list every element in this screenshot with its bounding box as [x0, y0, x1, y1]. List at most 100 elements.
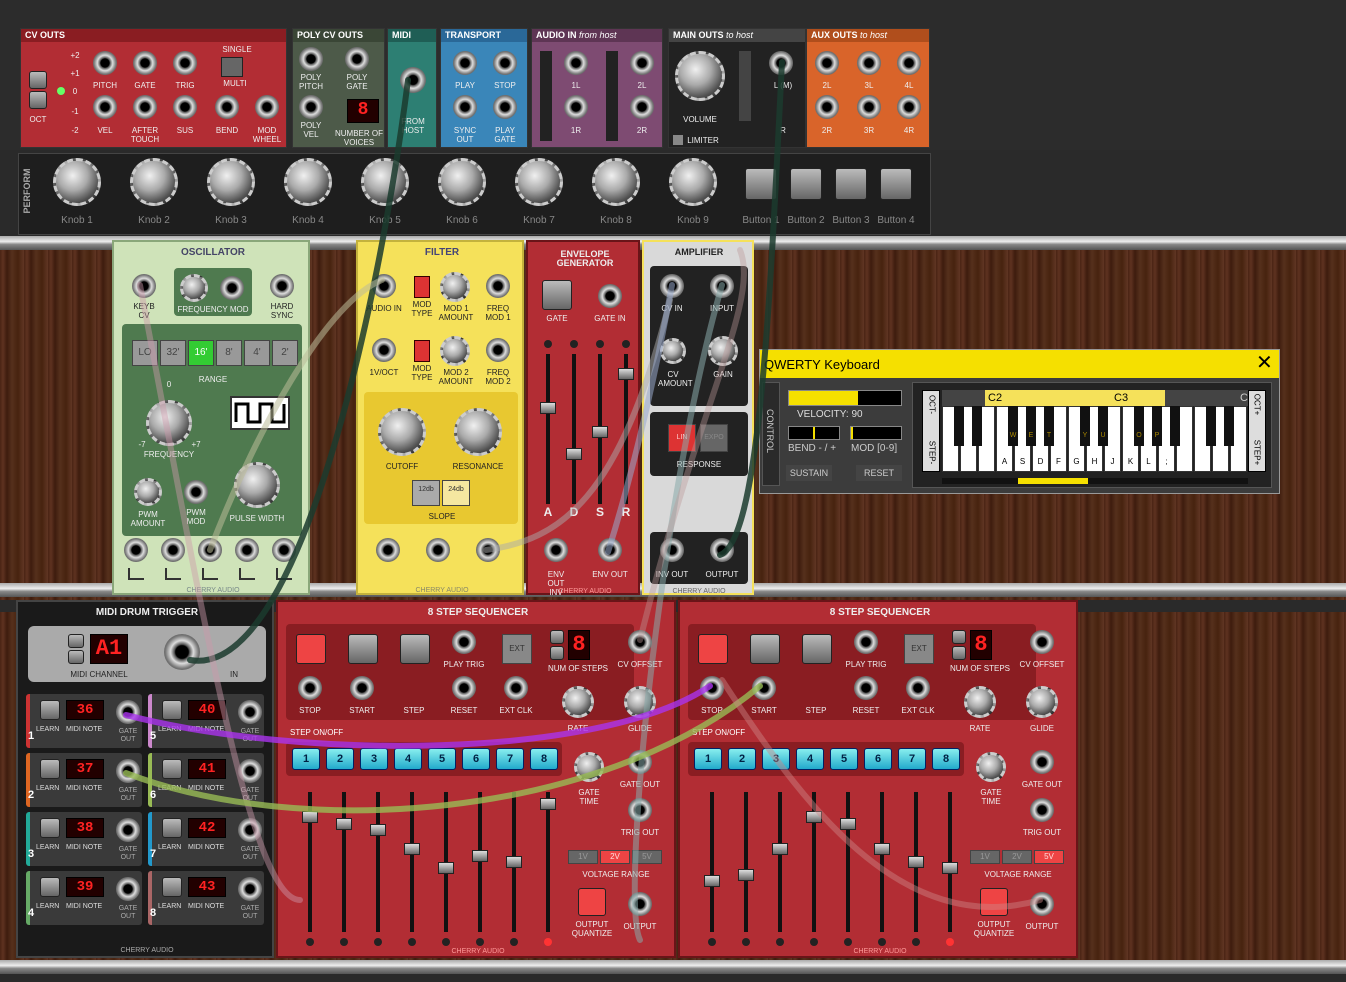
step-cv-slider[interactable]	[840, 792, 856, 932]
seq-trig-out-jack[interactable]	[628, 798, 652, 822]
step-cv-slider-cap[interactable]	[806, 811, 822, 823]
drum-gate-out-jack[interactable]	[238, 877, 262, 901]
seq-rate-knob[interactable]	[562, 686, 594, 718]
hard-sync-jack[interactable]	[270, 274, 294, 298]
step-cv-slider[interactable]	[942, 792, 958, 932]
step-cv-slider[interactable]	[540, 792, 556, 932]
voltage-range-button[interactable]: 5V	[632, 850, 662, 864]
drum-gate-out-jack[interactable]	[116, 818, 140, 842]
voltage-range-button[interactable]: 2V	[600, 850, 630, 864]
learn-button[interactable]	[162, 700, 182, 720]
oct-down-button[interactable]	[29, 91, 47, 109]
step-cv-slider-cap[interactable]	[404, 843, 420, 855]
mod-type-2-switch[interactable]	[414, 340, 430, 362]
step-cv-slider-cap[interactable]	[738, 869, 754, 881]
osc-output-jack[interactable]	[161, 538, 185, 562]
perform-button[interactable]	[790, 168, 822, 200]
seq-ext-button[interactable]: EXT	[904, 634, 934, 664]
step-cv-slider[interactable]	[506, 792, 522, 932]
seq-play-trig-jack[interactable]	[452, 630, 476, 654]
poly-gate-jack[interactable]	[345, 47, 369, 71]
perform-knob[interactable]	[592, 158, 640, 206]
drum-gate-out-jack[interactable]	[116, 877, 140, 901]
seq-start-jack[interactable]	[752, 676, 776, 700]
cv-offset-jack[interactable]	[1030, 630, 1054, 654]
step-cv-slider-cap[interactable]	[438, 862, 454, 874]
close-icon[interactable]: ✕	[1256, 352, 1273, 374]
seq-ext-clk-jack[interactable]	[504, 676, 528, 700]
step-cv-slider[interactable]	[302, 792, 318, 932]
keyb-cv-jack[interactable]	[132, 274, 156, 298]
black-key[interactable]	[954, 406, 964, 446]
step-cv-slider[interactable]	[438, 792, 454, 932]
step-button[interactable]: 8	[530, 748, 558, 770]
perform-knob[interactable]	[361, 158, 409, 206]
stop-jack[interactable]	[493, 51, 517, 75]
sustain-button[interactable]: SUSTAIN	[786, 465, 832, 481]
mod-type-1-switch[interactable]	[414, 276, 430, 298]
step-cv-slider[interactable]	[908, 792, 924, 932]
seq-start-button[interactable]	[348, 634, 378, 664]
step-cv-slider-cap[interactable]	[472, 850, 488, 862]
black-key[interactable]	[1206, 406, 1216, 446]
step-button[interactable]: 5	[830, 748, 858, 770]
drum-gate-out-jack[interactable]	[116, 759, 140, 783]
step-button[interactable]: 6	[462, 748, 490, 770]
env-gate-button[interactable]	[542, 280, 572, 310]
step-cv-slider[interactable]	[472, 792, 488, 932]
mod-1-amount-knob[interactable]	[440, 272, 470, 302]
freq-mod-1-jack[interactable]	[486, 274, 510, 298]
black-key[interactable]	[972, 406, 982, 446]
play-jack[interactable]	[453, 51, 477, 75]
seq-reset-jack[interactable]	[854, 676, 878, 700]
num-steps-up-button[interactable]	[952, 630, 966, 644]
step-button[interactable]: 1	[694, 748, 722, 770]
audio-2r-jack[interactable]	[630, 95, 654, 119]
mod-bar[interactable]	[850, 426, 902, 440]
env-out-inv-jack[interactable]	[544, 538, 568, 562]
pwm-amount-knob[interactable]	[134, 478, 162, 506]
step-cv-slider[interactable]	[404, 792, 420, 932]
black-key[interactable]: Y	[1080, 406, 1090, 446]
drum-gate-out-jack[interactable]	[116, 700, 140, 724]
pwm-mod-jack[interactable]	[184, 480, 208, 504]
drum-gate-out-jack[interactable]	[238, 759, 262, 783]
learn-button[interactable]	[40, 700, 60, 720]
keyboard-scroll[interactable]	[942, 478, 1248, 484]
output-quantize-button[interactable]	[578, 888, 606, 916]
drum-midi-in-jack[interactable]	[164, 634, 200, 670]
perform-knob[interactable]	[53, 158, 101, 206]
perform-button[interactable]	[835, 168, 867, 200]
seq-stop-jack[interactable]	[298, 676, 322, 700]
keyboard-scroll-thumb[interactable]	[1018, 478, 1088, 484]
osc-output-jack[interactable]	[198, 538, 222, 562]
range-button[interactable]: 16'	[188, 340, 214, 366]
step-cv-slider-cap[interactable]	[840, 818, 856, 830]
step-cv-slider-cap[interactable]	[370, 824, 386, 836]
seq-step-button[interactable]	[400, 634, 430, 664]
velocity-bar[interactable]	[788, 390, 902, 406]
seq-gate-out-jack[interactable]	[628, 750, 652, 774]
poly-pitch-jack[interactable]	[299, 47, 323, 71]
response-lin-button[interactable]: LIN	[668, 424, 696, 452]
seq-start-jack[interactable]	[350, 676, 374, 700]
adsr-slider-cap[interactable]	[592, 426, 608, 438]
seq-glide-knob[interactable]	[1026, 686, 1058, 718]
perform-knob[interactable]	[284, 158, 332, 206]
step-button[interactable]: 8	[932, 748, 960, 770]
learn-button[interactable]	[162, 877, 182, 897]
adsr-slider[interactable]	[618, 354, 634, 504]
limiter-checkbox[interactable]	[673, 135, 683, 145]
bend-jack[interactable]	[215, 95, 239, 119]
step-cv-slider-cap[interactable]	[540, 798, 556, 810]
step-cv-slider[interactable]	[874, 792, 890, 932]
range-button[interactable]: 8'	[216, 340, 242, 366]
voltage-range-button[interactable]: 1V	[568, 850, 598, 864]
gain-knob[interactable]	[708, 336, 738, 366]
slope-24db-button[interactable]: 24db	[442, 480, 470, 506]
black-key[interactable]	[1224, 406, 1234, 446]
step-cv-slider[interactable]	[772, 792, 788, 932]
seq-ext-clk-jack[interactable]	[906, 676, 930, 700]
seq-play-trig-jack[interactable]	[854, 630, 878, 654]
drum-gate-out-jack[interactable]	[238, 700, 262, 724]
